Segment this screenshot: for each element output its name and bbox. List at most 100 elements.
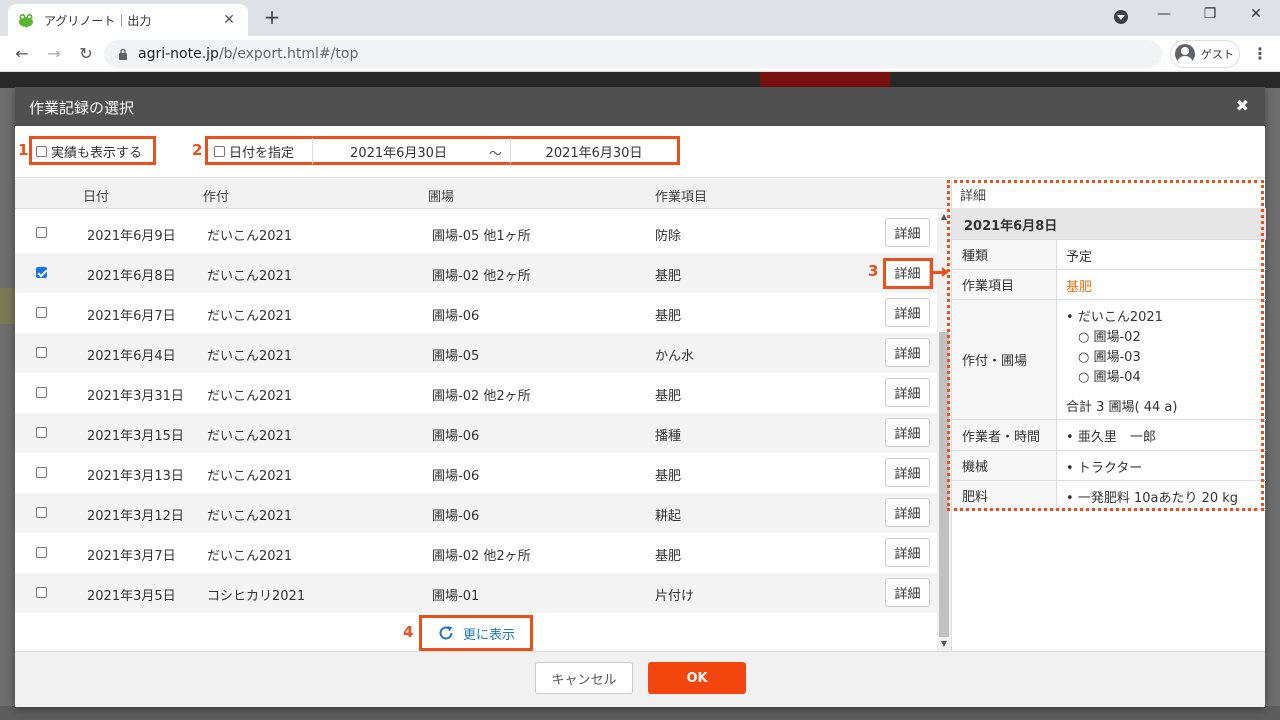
show-results-check[interactable] (36, 146, 47, 157)
url-host: agri-note.jp (138, 46, 219, 62)
row-crop: だいこん2021 (207, 229, 293, 244)
new-tab-button[interactable]: + (260, 6, 284, 30)
ok-button[interactable]: OK (648, 662, 746, 694)
table-row[interactable]: 2021年3月7日 だいこん2021 圃場-02 他2ヶ所 基肥 詳細 (15, 533, 937, 573)
table-row[interactable]: 2021年3月15日 だいこん2021 圃場-06 播種 詳細 (15, 413, 937, 453)
row-checkbox[interactable] (36, 227, 47, 238)
row-checkbox[interactable] (36, 467, 47, 478)
annotation-3: 3 (868, 262, 879, 280)
page-side-marker (0, 288, 15, 324)
table-row[interactable]: 2021年6月9日 だいこん2021 圃場-05 他1ヶ所 防除 詳細 (15, 213, 937, 253)
row-field: 圃場-02 他2ヶ所 (432, 269, 531, 284)
reload-icon[interactable]: ↻ (74, 42, 98, 66)
row-crop: だいこん2021 (207, 269, 293, 284)
forward-icon[interactable]: → (42, 42, 66, 66)
table-row[interactable]: 2021年3月31日 だいこん2021 圃場-02 他2ヶ所 基肥 詳細 (15, 373, 937, 413)
row-field: 圃場-02 他2ヶ所 (432, 389, 531, 404)
show-more-button[interactable]: 更に表示 (419, 615, 533, 651)
column-header-task: 作業項目 (655, 190, 708, 205)
detail-button[interactable]: 詳細 (885, 218, 930, 247)
detail-button[interactable]: 詳細 (885, 498, 930, 527)
row-field: 圃場-01 (432, 589, 480, 604)
row-date: 2021年6月7日 (87, 309, 176, 324)
row-checkbox[interactable] (36, 547, 47, 558)
modal-footer: キャンセル OK (15, 651, 1265, 707)
avatar-icon (1175, 44, 1195, 64)
detail-button[interactable]: 詳細 (885, 538, 930, 567)
guest-label: ゲスト (1201, 48, 1234, 61)
page-red-tab (760, 72, 890, 88)
row-crop: だいこん2021 (207, 429, 293, 444)
row-task: 防除 (655, 229, 682, 244)
date-separator: 〜 (489, 147, 503, 162)
minimize-button[interactable]: — (1150, 6, 1178, 22)
show-more-label: 更に表示 (462, 627, 515, 643)
address-bar: ← → ↻ agri-note.jp/b/export.html#/top ゲス… (0, 36, 1280, 72)
scroll-down-icon[interactable]: ▼ (937, 639, 951, 648)
table-row[interactable]: 2021年6月7日 だいこん2021 圃場-06 基肥 詳細 (15, 293, 937, 333)
row-crop: だいこん2021 (207, 309, 293, 324)
row-task: 基肥 (655, 389, 682, 404)
table-row[interactable]: 2021年3月5日 コシヒカリ2021 圃場-01 片付け 詳細 (15, 573, 937, 613)
show-results-checkbox[interactable]: 実績も表示する (36, 142, 142, 161)
table-row[interactable]: 2021年3月13日 だいこん2021 圃場-06 基肥 詳細 (15, 453, 937, 493)
row-checkbox[interactable] (36, 267, 47, 278)
url-path: /b/export.html#/top (218, 46, 359, 62)
row-field: 圃場-06 (432, 309, 480, 324)
table-row[interactable]: 2021年6月8日 だいこん2021 圃場-02 他2ヶ所 基肥 詳細 (15, 253, 937, 293)
row-crop: だいこん2021 (207, 549, 293, 564)
url-input[interactable]: agri-note.jp/b/export.html#/top (104, 40, 1162, 68)
tab-close-icon[interactable]: ✕ (220, 12, 238, 28)
date-from-input[interactable]: 2021年6月30日 (312, 138, 484, 164)
detail-button[interactable]: 詳細 (885, 578, 930, 607)
column-header-field: 圃場 (428, 190, 455, 205)
row-checkbox[interactable] (36, 587, 47, 598)
tab-search-icon[interactable] (1114, 10, 1128, 24)
row-date: 2021年3月7日 (87, 549, 176, 564)
browser-menu-icon[interactable]: ⋮ (1250, 44, 1270, 63)
restore-button[interactable]: ❐ (1196, 6, 1224, 22)
detail-button[interactable]: 詳細 (885, 458, 930, 487)
row-date: 2021年6月9日 (87, 229, 176, 244)
row-checkbox[interactable] (36, 347, 47, 358)
browser-tab[interactable]: アグリノート｜出力 ✕ (8, 4, 248, 36)
filter-row: 1 実績も表示する 2 日付を指定 2021年6月30日 〜 2021年6月30… (15, 126, 1265, 178)
profile-button[interactable]: ゲスト (1170, 40, 1240, 68)
row-field: 圃場-06 (432, 429, 480, 444)
date-to-input[interactable]: 2021年6月30日 (510, 138, 677, 164)
refresh-icon (439, 626, 453, 640)
column-header-date: 日付 (83, 190, 110, 205)
back-icon[interactable]: ← (10, 42, 34, 66)
row-date: 2021年6月8日 (87, 269, 176, 284)
row-checkbox[interactable] (36, 307, 47, 318)
row-task: 基肥 (655, 309, 682, 324)
row-crop: だいこん2021 (207, 509, 293, 524)
row-crop: だいこん2021 (207, 469, 293, 484)
row-crop: だいこん2021 (207, 349, 293, 364)
table-row[interactable]: 2021年6月4日 だいこん2021 圃場-05 かん水 詳細 (15, 333, 937, 373)
detail-button[interactable]: 詳細 (885, 378, 930, 407)
window-close-button[interactable]: ✕ (1242, 6, 1270, 22)
row-checkbox[interactable] (36, 387, 47, 398)
row-checkbox[interactable] (36, 427, 47, 438)
table-row[interactable]: 2021年3月12日 だいこん2021 圃場-06 耕起 詳細 (15, 493, 937, 533)
page-bottom-bar (0, 706, 1280, 720)
detail-button[interactable]: 詳細 (885, 418, 930, 447)
column-header-crop: 作付 (203, 190, 230, 205)
row-task: 基肥 (655, 549, 682, 564)
cancel-button[interactable]: キャンセル (535, 662, 633, 694)
table-header: 日付 作付 圃場 作業項目 (15, 179, 951, 209)
specify-date-check[interactable] (214, 146, 225, 157)
tab-title: アグリノート｜出力 (44, 13, 152, 28)
row-checkbox[interactable] (36, 507, 47, 518)
row-date: 2021年3月13日 (87, 469, 184, 484)
detail-button[interactable]: 詳細 (885, 298, 930, 327)
modal-close-icon[interactable]: ✖ (1236, 96, 1249, 115)
frog-logo-icon (19, 14, 33, 27)
detail-button[interactable]: 詳細 (885, 338, 930, 367)
show-results-label: 実績も表示する (51, 146, 143, 161)
specify-date-checkbox[interactable]: 日付を指定 (214, 142, 294, 161)
lock-icon (119, 48, 127, 60)
row-crop: コシヒカリ2021 (207, 589, 306, 604)
row-task: 播種 (655, 429, 682, 444)
